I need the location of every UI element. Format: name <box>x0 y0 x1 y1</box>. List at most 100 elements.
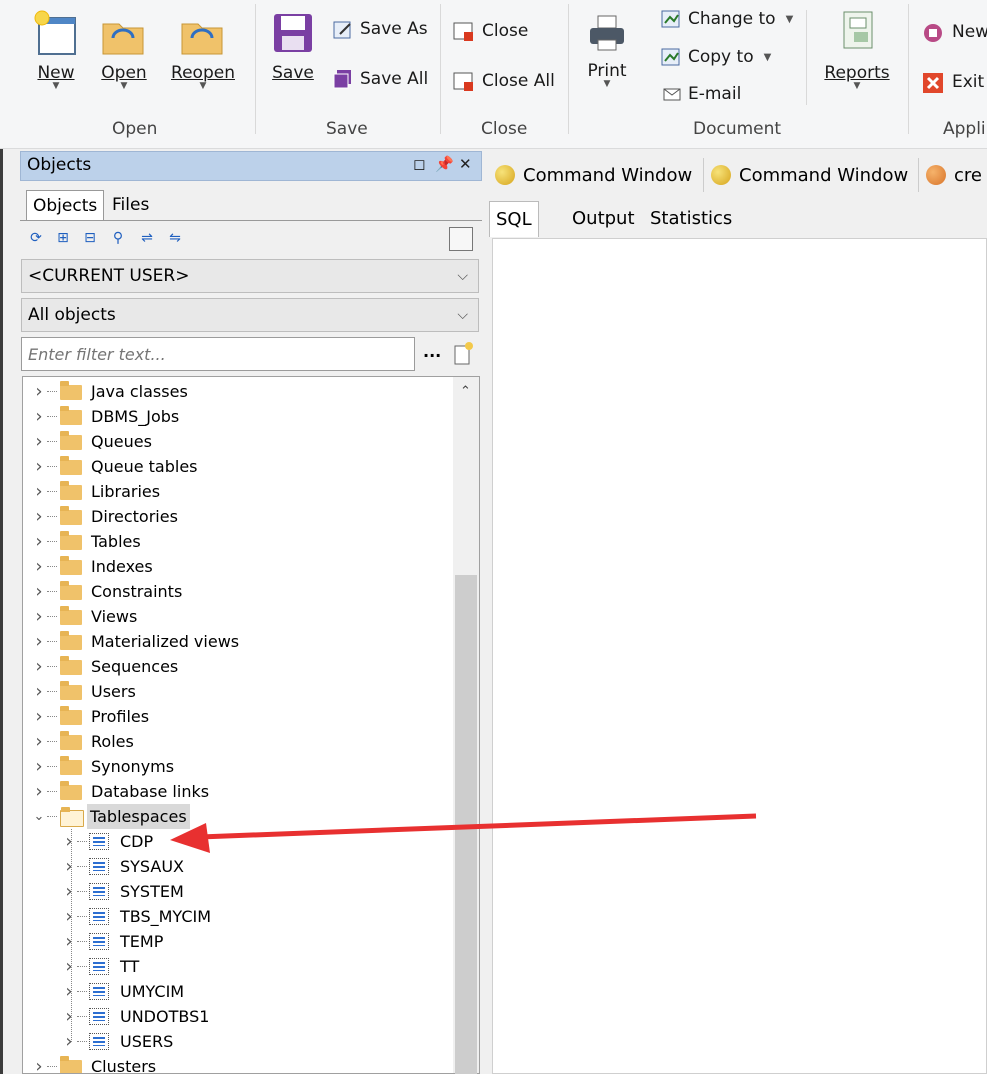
close-all-button[interactable]: Close All <box>452 70 555 92</box>
doc-tab-command-window-1[interactable]: Command Window <box>489 156 698 194</box>
restore-icon[interactable]: ◻ <box>413 155 425 173</box>
tree-folder-row[interactable]: › Roles <box>23 729 453 754</box>
tree-tablespace-row[interactable]: › TBS_MYCIM <box>23 904 453 929</box>
chevron-right-icon[interactable]: › <box>33 654 45 679</box>
close-button[interactable]: Close <box>452 20 528 42</box>
copy-to-dropdown-arrow: ▼ <box>763 51 772 63</box>
chevron-right-icon[interactable]: › <box>33 579 45 604</box>
tree-folder-row[interactable]: › Materialized views <box>23 629 453 654</box>
collapse-all-icon[interactable]: ⊟ <box>82 230 98 246</box>
tree-folder-row[interactable]: › Tables <box>23 529 453 554</box>
filter-input[interactable] <box>21 337 415 371</box>
email-button[interactable]: E-mail <box>660 84 741 104</box>
chevron-right-icon[interactable]: › <box>33 554 45 579</box>
tree-folder-row[interactable]: › Profiles <box>23 704 453 729</box>
tree-tablespace-row[interactable]: › SYSAUX <box>23 854 453 879</box>
chevron-right-icon[interactable]: › <box>63 954 75 979</box>
user-select[interactable]: <CURRENT USER> ⌵ <box>21 259 479 293</box>
tab-statistics[interactable]: Statistics <box>644 201 738 237</box>
exit-button[interactable]: Exit <box>920 70 984 94</box>
tree-folder-row[interactable]: › Directories <box>23 504 453 529</box>
chevron-right-icon[interactable]: › <box>33 1054 45 1073</box>
chevron-right-icon[interactable]: › <box>33 429 45 454</box>
folder-icon <box>60 531 82 550</box>
open-button[interactable]: Open ▼ <box>98 8 150 91</box>
tree-tablespace-row[interactable]: › TEMP <box>23 929 453 954</box>
refresh-icon[interactable]: ⟳ <box>28 230 44 246</box>
chevron-right-icon[interactable]: › <box>63 979 75 1004</box>
tree-folder-row[interactable]: ⌄ Tablespaces <box>23 804 453 829</box>
chevron-right-icon[interactable]: › <box>33 504 45 529</box>
tree-folder-row[interactable]: › Views <box>23 604 453 629</box>
change-to-button[interactable]: Change to ▼ <box>660 8 793 30</box>
chevron-right-icon[interactable]: › <box>63 1029 75 1054</box>
tree-tablespace-row[interactable]: › CDP <box>23 829 453 854</box>
tree-tablespace-row[interactable]: › UNDOTBS1 <box>23 1004 453 1029</box>
tree-folder-row[interactable]: › Clusters <box>23 1054 453 1073</box>
tree-folder-row[interactable]: › Users <box>23 679 453 704</box>
tree-folder-row[interactable]: › Constraints <box>23 579 453 604</box>
filter-options-icon[interactable]: ⇋ <box>167 230 183 246</box>
chevron-right-icon[interactable]: › <box>33 754 45 779</box>
new-filter-icon[interactable] <box>451 340 475 366</box>
filter-more-button[interactable]: ... <box>423 342 441 361</box>
chevron-down-icon[interactable]: ⌄ <box>33 804 45 829</box>
tree-folder-row[interactable]: › Synonyms <box>23 754 453 779</box>
tree-tablespace-row[interactable]: › USERS <box>23 1029 453 1054</box>
chevron-right-icon[interactable]: › <box>33 779 45 804</box>
tree-folder-row[interactable]: › DBMS_Jobs <box>23 404 453 429</box>
reopen-button[interactable]: Reopen ▼ <box>168 8 238 91</box>
pin-icon[interactable]: 📌 <box>435 155 454 173</box>
tree-folder-row[interactable]: › Libraries <box>23 479 453 504</box>
chevron-right-icon[interactable]: › <box>63 879 75 904</box>
chevron-right-icon[interactable]: › <box>33 629 45 654</box>
chevron-right-icon[interactable]: › <box>33 679 45 704</box>
expand-all-icon[interactable]: ⊞ <box>55 230 71 246</box>
copy-to-button[interactable]: Copy to ▼ <box>660 46 771 68</box>
scroll-up-icon[interactable]: ⌃ <box>460 384 471 399</box>
tree-folder-row[interactable]: › Sequences <box>23 654 453 679</box>
doc-tab-command-window-2[interactable]: Command Window <box>705 156 914 194</box>
chevron-right-icon[interactable]: › <box>33 404 45 429</box>
tree-folder-row[interactable]: › Database links <box>23 779 453 804</box>
chevron-right-icon[interactable]: › <box>33 729 45 754</box>
tree-scrollbar-thumb[interactable] <box>455 575 477 1074</box>
chevron-right-icon[interactable]: › <box>33 379 45 404</box>
save-button[interactable]: Save <box>266 8 320 83</box>
object-type-select[interactable]: All objects ⌵ <box>21 298 479 332</box>
tab-sql[interactable]: SQL <box>489 201 539 237</box>
tree-folder-row[interactable]: › Java classes <box>23 379 453 404</box>
sql-editor[interactable] <box>492 238 987 1074</box>
chevron-right-icon[interactable]: › <box>33 479 45 504</box>
chevron-right-icon[interactable]: › <box>63 904 75 929</box>
find-binoculars-icon[interactable]: ⚲ <box>110 230 126 246</box>
tab-objects[interactable]: Objects <box>26 190 105 220</box>
chevron-right-icon[interactable]: › <box>63 929 75 954</box>
print-button[interactable]: Print ▼ <box>582 10 632 89</box>
chevron-right-icon[interactable]: › <box>33 704 45 729</box>
close-panel-icon[interactable]: ✕ <box>459 155 472 173</box>
reports-button[interactable]: Reports ▼ <box>822 6 892 91</box>
chevron-right-icon[interactable]: › <box>63 854 75 879</box>
chevron-right-icon[interactable]: › <box>63 829 75 854</box>
chevron-right-icon[interactable]: › <box>33 529 45 554</box>
filter-icon[interactable]: ⇌ <box>139 230 155 246</box>
chevron-right-icon[interactable]: › <box>33 454 45 479</box>
new-button[interactable]: New ▼ <box>30 8 82 91</box>
doc-tab-create[interactable]: cre <box>920 156 987 194</box>
tab-files[interactable]: Files <box>106 190 155 220</box>
tree-folder-row[interactable]: › Queues <box>23 429 453 454</box>
chevron-right-icon[interactable]: › <box>63 1004 75 1029</box>
save-as-button[interactable]: Save As <box>332 18 428 40</box>
tree-connector <box>47 766 57 768</box>
tab-output[interactable]: Output <box>566 201 641 237</box>
tree-tablespace-row[interactable]: › UMYCIM <box>23 979 453 1004</box>
tree-folder-row[interactable]: › Indexes <box>23 554 453 579</box>
tree-folder-row[interactable]: › Queue tables <box>23 454 453 479</box>
new-application-button[interactable]: New <box>920 20 987 44</box>
save-all-button[interactable]: Save All <box>332 68 428 90</box>
panel-options-checkbox[interactable] <box>449 227 473 251</box>
tree-tablespace-row[interactable]: › TT <box>23 954 453 979</box>
chevron-right-icon[interactable]: › <box>33 604 45 629</box>
tree-tablespace-row[interactable]: › SYSTEM <box>23 879 453 904</box>
